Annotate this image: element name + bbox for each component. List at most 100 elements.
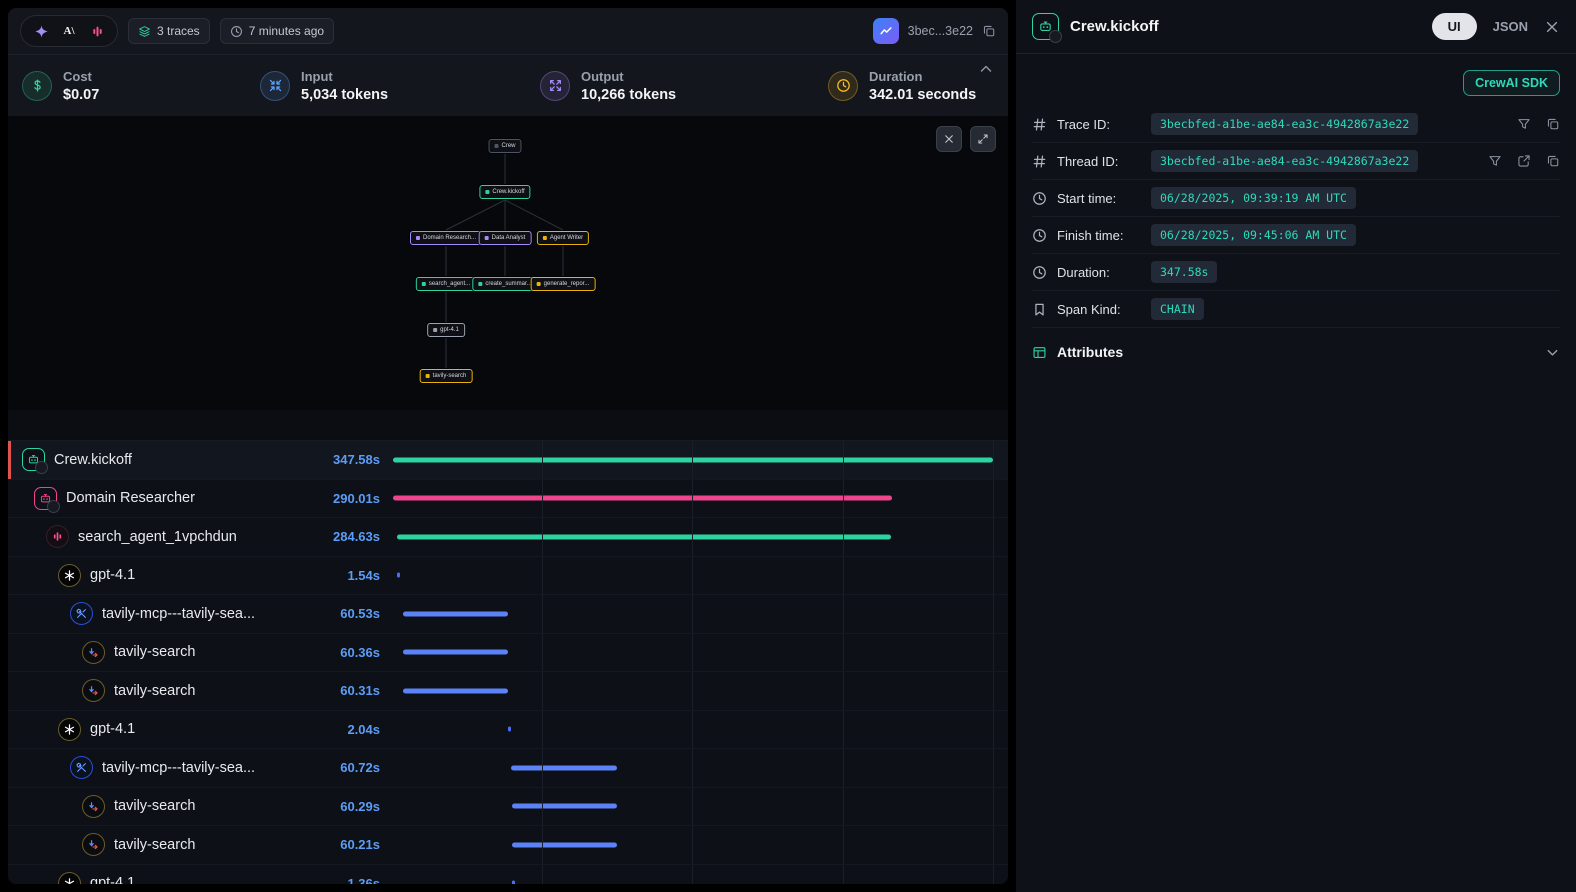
span-type-icon xyxy=(22,448,45,471)
metric: Cost $0.07 xyxy=(22,69,260,103)
graph-node-label: gpt-4.1 xyxy=(440,327,459,333)
span-track xyxy=(392,595,994,633)
copy-icon[interactable] xyxy=(982,24,996,38)
graph-node[interactable]: Crew.kickoff xyxy=(479,185,530,199)
field-value: 06/28/2025, 09:45:06 AM UTC xyxy=(1151,224,1356,246)
span-row[interactable]: gpt-4.1 1.36s xyxy=(8,865,1008,885)
span-waterfall: Crew.kickoff 347.58s Domain Researcher 2… xyxy=(8,440,1008,884)
span-name: tavily-search xyxy=(114,798,331,814)
time-ago-label: 7 minutes ago xyxy=(249,24,324,38)
span-row[interactable]: Crew.kickoff 347.58s xyxy=(8,441,1008,480)
span-bar xyxy=(403,611,508,616)
graph-node[interactable]: create_summar... xyxy=(472,277,537,291)
span-row[interactable]: search_agent_1vpchdun 284.63s xyxy=(8,518,1008,557)
span-track xyxy=(392,749,994,787)
span-name: Domain Researcher xyxy=(66,490,324,506)
span-type-icon xyxy=(70,602,93,625)
span-duration: 60.36s xyxy=(340,645,380,660)
field-icon xyxy=(1032,302,1047,317)
span-bar xyxy=(512,881,515,884)
span-kind-icon xyxy=(1032,13,1059,40)
filter-icon[interactable] xyxy=(1488,154,1502,168)
chevron-down-icon[interactable] xyxy=(1545,345,1560,360)
span-duration: 2.04s xyxy=(347,722,380,737)
filter-icon[interactable] xyxy=(1517,117,1531,131)
span-duration: 60.53s xyxy=(340,606,380,621)
graph-node[interactable]: Crew xyxy=(488,139,521,153)
graph-close-button[interactable] xyxy=(936,126,962,152)
span-row[interactable]: tavily-search 60.36s xyxy=(8,634,1008,673)
timeline-ticks xyxy=(392,410,994,440)
external-icon[interactable] xyxy=(1517,154,1531,168)
field-label: Thread ID: xyxy=(1057,154,1141,169)
span-name: search_agent_1vpchdun xyxy=(78,529,324,545)
span-bar xyxy=(403,650,507,655)
span-row[interactable]: tavily-search 60.29s xyxy=(8,788,1008,827)
span-row[interactable]: tavily-search 60.21s xyxy=(8,826,1008,865)
ui-toggle-button[interactable]: UI xyxy=(1432,13,1477,40)
attributes-section[interactable]: Attributes xyxy=(1032,328,1560,376)
provider-logos-pill: A\ xyxy=(20,15,118,47)
span-row[interactable]: Domain Researcher 290.01s xyxy=(8,480,1008,519)
graph-node[interactable]: search_agent... xyxy=(416,277,476,291)
span-row[interactable]: tavily-mcp---tavily-sea... 60.72s xyxy=(8,749,1008,788)
span-name: tavily-search xyxy=(114,837,331,853)
copy-icon[interactable] xyxy=(1546,117,1560,131)
graph-node[interactable]: generate_repor... xyxy=(531,277,596,291)
graph-node[interactable]: Agent Writer xyxy=(537,231,589,245)
graph-expand-button[interactable] xyxy=(970,126,996,152)
graph-node-dot xyxy=(543,236,547,240)
field-value: 06/28/2025, 09:39:19 AM UTC xyxy=(1151,187,1356,209)
details-header: Crew.kickoff UI JSON xyxy=(1016,0,1576,54)
collapse-metrics-button[interactable] xyxy=(978,61,994,77)
copy-icon[interactable] xyxy=(1546,154,1560,168)
json-toggle-button[interactable]: JSON xyxy=(1493,19,1528,34)
graph-nodes: Crew Crew.kickoff Domain Research... Dat… xyxy=(8,116,1008,410)
trace-graph: Crew Crew.kickoff Domain Research... Dat… xyxy=(8,116,1008,410)
graph-node-dot xyxy=(537,282,541,286)
span-name: gpt-4.1 xyxy=(90,567,338,583)
metric-icon xyxy=(22,71,52,101)
detail-field-row: Start time: 06/28/2025, 09:39:19 AM UTC xyxy=(1032,180,1560,217)
span-row[interactable]: tavily-search 60.31s xyxy=(8,672,1008,711)
graph-node[interactable]: tavily-search xyxy=(420,369,473,383)
trace-chart-icon[interactable] xyxy=(873,18,899,44)
close-icon[interactable] xyxy=(1544,19,1560,35)
field-icon xyxy=(1032,154,1047,169)
trace-short-id: 3bec...3e22 xyxy=(908,24,973,38)
span-track xyxy=(392,865,994,885)
metric-label: Cost xyxy=(63,69,99,84)
graph-node-label: search_agent... xyxy=(429,281,470,287)
time-ago-badge: 7 minutes ago xyxy=(220,18,334,44)
span-name: tavily-mcp---tavily-sea... xyxy=(102,606,331,622)
span-duration: 60.21s xyxy=(340,837,380,852)
table-icon xyxy=(1032,345,1047,360)
span-row[interactable]: gpt-4.1 2.04s xyxy=(8,711,1008,750)
graph-node-dot xyxy=(485,190,489,194)
graph-node-dot xyxy=(416,236,420,240)
attributes-label: Attributes xyxy=(1057,344,1123,360)
field-value: 347.58s xyxy=(1151,261,1217,283)
field-value: 3becbfed-a1be-ae84-ea3c-4942867a3e22 xyxy=(1151,150,1418,172)
graph-node[interactable]: Data Analyst xyxy=(479,231,532,245)
graph-node[interactable]: Domain Research... xyxy=(410,231,482,245)
graph-node[interactable]: gpt-4.1 xyxy=(427,323,465,337)
field-label: Duration: xyxy=(1057,265,1141,280)
graph-toolbar xyxy=(936,126,996,152)
topbar-right: 3bec...3e22 xyxy=(873,18,996,44)
span-type-icon xyxy=(58,718,81,741)
span-row[interactable]: gpt-4.1 1.54s xyxy=(8,557,1008,596)
traces-count-badge[interactable]: 3 traces xyxy=(128,18,210,44)
metric-label: Output xyxy=(581,69,676,84)
span-type-icon xyxy=(46,525,69,548)
scale-logo-icon xyxy=(87,21,107,41)
span-bar xyxy=(512,804,616,809)
span-row[interactable]: tavily-mcp---tavily-sea... 60.53s xyxy=(8,595,1008,634)
timeline-axis xyxy=(8,410,1008,440)
span-name: tavily-mcp---tavily-sea... xyxy=(102,760,331,776)
metric-icon xyxy=(540,71,570,101)
clock-icon xyxy=(230,25,243,38)
sparkle-logo-icon xyxy=(31,21,51,41)
metric-icon xyxy=(828,71,858,101)
span-name: Crew.kickoff xyxy=(54,452,324,468)
